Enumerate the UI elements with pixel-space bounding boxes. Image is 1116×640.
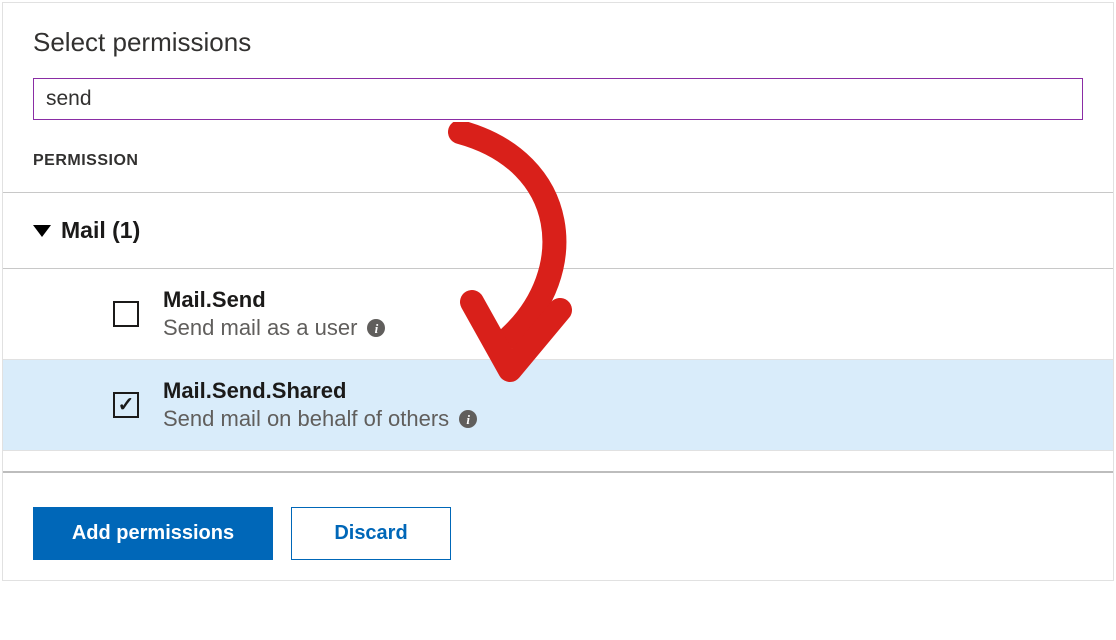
permissions-panel: Select permissions PERMISSION Mail (1) M… <box>2 2 1114 581</box>
caret-down-icon <box>33 225 51 237</box>
group-label: Mail (1) <box>61 217 140 244</box>
column-header-permission: PERMISSION <box>3 120 1113 193</box>
group-row-mail[interactable]: Mail (1) <box>3 193 1113 269</box>
panel-title: Select permissions <box>3 3 1113 76</box>
permission-row-mail-send-shared[interactable]: Mail.Send.Shared Send mail on behalf of … <box>3 360 1113 451</box>
permission-name: Mail.Send.Shared <box>163 378 477 404</box>
info-icon[interactable]: i <box>367 319 385 337</box>
search-box[interactable] <box>33 78 1083 120</box>
permission-description: Send mail on behalf of others i <box>163 406 477 432</box>
permission-name: Mail.Send <box>163 287 385 313</box>
permission-texts: Mail.Send.Shared Send mail on behalf of … <box>163 378 477 432</box>
checkbox-mail-send[interactable] <box>113 301 139 327</box>
footer: Add permissions Discard <box>3 471 1113 580</box>
permission-description: Send mail as a user i <box>163 315 385 341</box>
permission-texts: Mail.Send Send mail as a user i <box>163 287 385 341</box>
info-icon[interactable]: i <box>459 410 477 428</box>
search-input[interactable] <box>46 87 1070 111</box>
checkbox-mail-send-shared[interactable] <box>113 392 139 418</box>
add-permissions-button[interactable]: Add permissions <box>33 507 273 560</box>
permission-row-mail-send[interactable]: Mail.Send Send mail as a user i <box>3 269 1113 360</box>
discard-button[interactable]: Discard <box>291 507 451 560</box>
